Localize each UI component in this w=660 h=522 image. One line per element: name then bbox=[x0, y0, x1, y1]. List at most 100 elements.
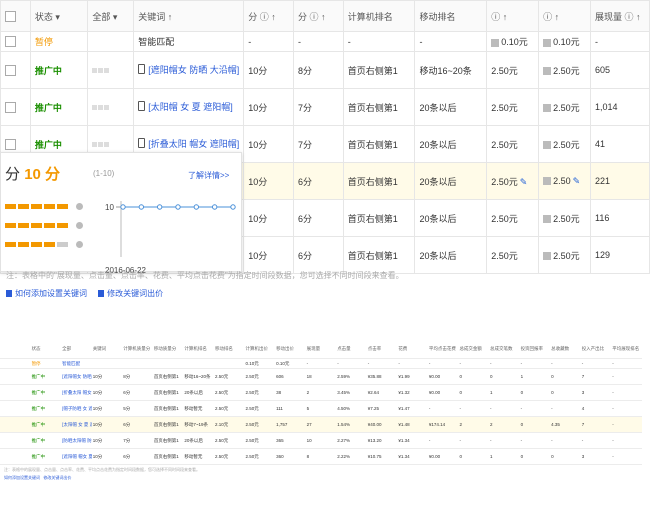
table-cell: 1 bbox=[489, 384, 520, 401]
edit-pencil-icon[interactable]: ✎ bbox=[520, 177, 528, 187]
row-checkbox[interactable] bbox=[0, 368, 31, 385]
score-bar-row bbox=[5, 198, 83, 217]
pc-bid-cell[interactable]: 2.50元 ✎ bbox=[486, 162, 540, 200]
impressions-cell: 129 bbox=[590, 236, 650, 274]
select-all-checkbox[interactable] bbox=[0, 340, 31, 359]
impressions-cell: 1,014 bbox=[590, 88, 650, 126]
how-to-add-keywords-link[interactable]: 如何添加设置关键词 bbox=[15, 289, 87, 298]
table-cell: 111 bbox=[275, 400, 306, 417]
column-header[interactable]: 状态 bbox=[30, 340, 62, 359]
controls-cell bbox=[87, 31, 135, 52]
column-header[interactable]: 移动质量分 bbox=[152, 340, 184, 359]
mobile-score-header[interactable]: 分 ⓘ ↑ bbox=[292, 0, 344, 32]
score-bars bbox=[5, 198, 83, 255]
table-cell: 2.50元 bbox=[213, 368, 245, 385]
column-header[interactable]: 计算机质量分 bbox=[122, 340, 153, 359]
table-cell: 1 bbox=[519, 368, 551, 385]
mobile-bid-cell[interactable]: 2.50元 bbox=[538, 125, 592, 163]
table-row: 推广中[折叠太阳 帽女 遮阳帽]10分6分首页右侧第120条以后2.50元2.5… bbox=[0, 384, 642, 401]
column-header[interactable]: 投入产出比 bbox=[580, 340, 612, 359]
column-header[interactable]: 总成交笔数 bbox=[489, 340, 520, 359]
row-checkbox[interactable] bbox=[0, 400, 31, 417]
controls-cell[interactable] bbox=[87, 51, 135, 89]
column-header[interactable]: 移动出价 bbox=[275, 340, 306, 359]
pc-bid-header[interactable]: ⓘ ↑ bbox=[486, 0, 540, 32]
modify-bid-link[interactable]: 修改关键词出价 bbox=[43, 475, 71, 480]
table-cell: 移动暂无 bbox=[183, 400, 214, 417]
impressions-cell: 221 bbox=[590, 162, 650, 200]
data-point bbox=[230, 204, 236, 210]
table-cell: - bbox=[611, 416, 642, 433]
table-cell: ¥13.20 bbox=[366, 432, 398, 449]
info-dot-icon bbox=[76, 222, 83, 230]
table-cell: 8分 bbox=[122, 368, 153, 385]
impressions-header[interactable]: 展现量 ⓘ ↑ bbox=[590, 0, 650, 32]
column-header[interactable]: 关键词 bbox=[91, 340, 123, 359]
score-range: (1-10) bbox=[93, 169, 115, 178]
status-cell: 推广中 bbox=[29, 51, 89, 89]
mobile-bid-cell[interactable]: 2.50元 bbox=[538, 199, 592, 237]
column-header[interactable]: 移动排名 bbox=[213, 340, 245, 359]
edit-pencil-icon[interactable]: ✎ bbox=[573, 176, 581, 186]
column-header[interactable]: 点击率 bbox=[366, 340, 398, 359]
how-to-add-keywords-link[interactable]: 如何添加设置关键词 bbox=[4, 475, 40, 480]
score-trend-chart: 10 2016-06-22 bbox=[105, 201, 236, 275]
table-cell bbox=[213, 358, 245, 369]
controls-cell[interactable] bbox=[87, 88, 135, 126]
column-header[interactable]: 点击量 bbox=[336, 340, 367, 359]
mobile-bid-cell[interactable]: 0.10元 bbox=[538, 31, 592, 52]
row-checkbox[interactable] bbox=[0, 88, 31, 126]
mobile-bid-cell[interactable]: 2.50元 bbox=[538, 88, 592, 126]
table-cell bbox=[152, 358, 184, 369]
pc-rank-cell: 首页右侧第1 bbox=[342, 125, 416, 163]
row-checkbox[interactable] bbox=[0, 432, 31, 449]
row-checkbox[interactable] bbox=[0, 416, 31, 433]
table-cell: [遮阳帽 帽女 夏] bbox=[61, 448, 92, 465]
pc-bid-cell[interactable]: 2.50元 bbox=[486, 236, 540, 274]
mobile-rank-cell: 20条以后 bbox=[414, 236, 488, 274]
column-header[interactable]: 全部 bbox=[61, 340, 92, 359]
row-checkbox[interactable] bbox=[0, 384, 31, 401]
column-header[interactable]: 计算机排名 bbox=[183, 340, 214, 359]
row-checkbox[interactable] bbox=[0, 448, 31, 465]
learn-more-link[interactable]: 了解详情>> bbox=[188, 170, 229, 181]
mobile-bid-cell[interactable]: 2.50元 bbox=[538, 51, 592, 89]
pc-bid-cell[interactable]: 2.50元 bbox=[486, 125, 540, 163]
help-links: 如何添加设置关键词 修改关键词出价 bbox=[4, 475, 650, 481]
keyword-cell[interactable]: [太阳帽 女 夏 遮阳帽] bbox=[133, 88, 245, 126]
all-filter[interactable]: 全部 ▾ bbox=[87, 0, 135, 32]
column-header[interactable]: 平均点击花费 bbox=[427, 340, 459, 359]
table-cell: 7分 bbox=[122, 432, 153, 449]
pc-bid-cell[interactable]: 2.50元 bbox=[486, 88, 540, 126]
table-cell: ¥0.00 bbox=[427, 448, 459, 465]
pc-bid-cell[interactable]: 2.50元 bbox=[486, 199, 540, 237]
column-header[interactable]: 平均展现排名 bbox=[611, 340, 642, 359]
pc-bid-cell[interactable]: 0.10元 bbox=[486, 31, 540, 52]
select-all-checkbox[interactable] bbox=[0, 0, 31, 32]
table-cell: - bbox=[611, 368, 642, 385]
keyword-cell[interactable]: [遮阳帽女 防晒 大沿帽] bbox=[133, 51, 245, 89]
pc-bid-cell[interactable]: 2.50元 bbox=[486, 51, 540, 89]
column-header[interactable]: 计算机出价 bbox=[244, 340, 276, 359]
column-header[interactable]: 投资回报率 bbox=[519, 340, 551, 359]
row-checkbox[interactable] bbox=[0, 31, 31, 52]
pc-rank-cell: 首页右侧第1 bbox=[342, 88, 416, 126]
table-cell: 推广中 bbox=[30, 432, 62, 449]
mobile-bid-cell[interactable]: 2.50 ✎ bbox=[538, 162, 592, 200]
mobile-bid-header[interactable]: ⓘ ↑ bbox=[538, 0, 592, 32]
column-header[interactable]: 总成交金额 bbox=[458, 340, 489, 359]
table-note: 注：表格中的展现量、点击量、点击率、花费、平均点击花费为指定时间段数据，您可选择… bbox=[4, 467, 200, 472]
column-header[interactable]: 总收藏数 bbox=[550, 340, 581, 359]
status-filter[interactable]: 状态 ▾ bbox=[29, 0, 89, 32]
pc-rank-cell: 首页右侧第1 bbox=[342, 199, 416, 237]
table-cell: 4.50% bbox=[336, 400, 367, 417]
column-header[interactable]: 花费 bbox=[397, 340, 428, 359]
table-cell: - bbox=[519, 400, 551, 417]
pc-score-header[interactable]: 分 ⓘ ↑ bbox=[243, 0, 294, 32]
row-checkbox[interactable] bbox=[0, 51, 31, 89]
table-cell: - bbox=[458, 432, 489, 449]
modify-bid-link[interactable]: 修改关键词出价 bbox=[107, 289, 163, 298]
row-checkbox[interactable] bbox=[0, 358, 31, 369]
mobile-bid-cell[interactable]: 2.50元 bbox=[538, 236, 592, 274]
column-header[interactable]: 展现量 bbox=[305, 340, 337, 359]
